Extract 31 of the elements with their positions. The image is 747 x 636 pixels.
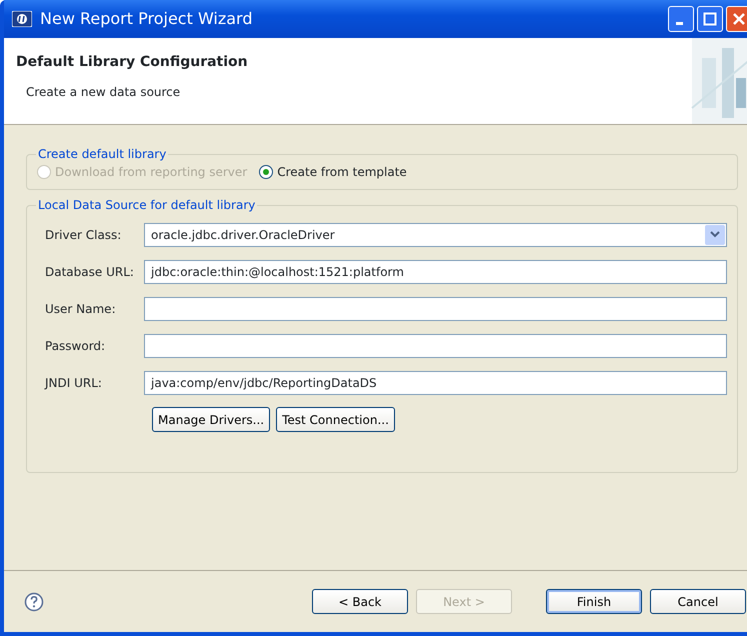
- input-field[interactable]: jdbc:oracle:thin:@localhost:1521:platform: [144, 260, 727, 284]
- field-label: JNDI URL:: [43, 375, 103, 392]
- close-button[interactable]: [726, 6, 747, 32]
- maximize-button[interactable]: [697, 6, 723, 32]
- input-field[interactable]: [144, 297, 727, 321]
- dialog-button[interactable]: Manage Drivers...: [152, 407, 270, 432]
- minimize-button[interactable]: [668, 6, 694, 32]
- window-title: New Report Project Wizard: [40, 8, 253, 30]
- minimize-icon: [676, 22, 683, 25]
- wizard-button[interactable]: Finish: [546, 589, 642, 614]
- radio-label: Download from reporting server: [55, 164, 248, 181]
- app-logo-icon: [12, 11, 32, 27]
- radio-label: Create from template: [277, 164, 407, 181]
- dialog-button[interactable]: Test Connection...: [276, 407, 395, 432]
- page-description: Create a new data source: [26, 84, 182, 101]
- input-field[interactable]: java:comp/env/jdbc/ReportingDataDS: [144, 371, 727, 395]
- field-label: User Name:: [44, 301, 117, 318]
- field-label: Password:: [44, 338, 106, 355]
- page-title: Default Library Configuration: [16, 53, 249, 72]
- radio-button[interactable]: [259, 165, 274, 179]
- field-label: Database URL:: [44, 264, 135, 281]
- input-field[interactable]: [144, 334, 727, 358]
- group-title: Create default library: [37, 146, 168, 163]
- wizard-button[interactable]: < Back: [312, 589, 408, 614]
- field-label: Driver Class:: [44, 227, 122, 244]
- dropdown-field[interactable]: oracle.jdbc.driver.OracleDriver: [144, 223, 727, 247]
- maximize-icon: [703, 12, 717, 26]
- help-icon[interactable]: [24, 592, 44, 612]
- close-icon: [732, 12, 746, 26]
- wizard-button[interactable]: Cancel: [650, 589, 746, 614]
- group-title: Local Data Source for default library: [37, 197, 256, 214]
